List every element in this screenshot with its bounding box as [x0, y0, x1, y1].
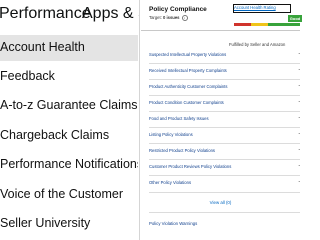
rating-status-badge: Good	[288, 15, 302, 22]
at-risk-segment	[251, 23, 269, 26]
menu-item-a-to-z-claims[interactable]: A-to-z Guarantee Claims	[0, 93, 138, 119]
fulfilled-by-label: Fulfilled by Seller and Amazon	[229, 42, 286, 47]
row-value-dash-icon: -	[298, 115, 300, 121]
violation-link[interactable]: Product Condition Customer Complaints	[149, 100, 224, 105]
account-health-rating-link[interactable]: Account Health Rating	[234, 5, 276, 10]
target-label: Target:	[149, 15, 162, 21]
row-divider	[149, 127, 300, 128]
row-divider	[149, 95, 300, 96]
critical-segment	[234, 23, 252, 26]
row-value-dash-icon: -	[298, 179, 300, 185]
menu-item-feedback[interactable]: Feedback	[0, 64, 138, 90]
violation-link[interactable]: Suspected Intellectual Property Violatio…	[149, 52, 226, 57]
menu-item-account-health[interactable]: Account Health	[0, 35, 138, 61]
violation-row[interactable]: Restricted Product Policy Violations -	[149, 146, 300, 158]
menu-divider	[139, 0, 140, 240]
menu-item-label: Performance Notifications	[0, 157, 138, 171]
row-divider	[149, 159, 300, 160]
row-divider	[149, 192, 300, 193]
violation-link[interactable]: Product Authenticity Customer Complaints	[149, 84, 227, 89]
row-divider	[149, 63, 300, 64]
tab-performance[interactable]: Performance	[0, 5, 91, 23]
menu-item-chargeback-claims[interactable]: Chargeback Claims	[0, 123, 138, 149]
menu-item-label: Feedback	[0, 69, 55, 83]
target-value: 0 issues	[162, 15, 180, 21]
violation-row[interactable]: Suspected Intellectual Property Violatio…	[149, 50, 300, 62]
health-rating-bar	[234, 23, 300, 26]
violation-link[interactable]: Customer Product Reviews Policy Violatio…	[149, 164, 231, 169]
row-value-dash-icon: -	[298, 131, 300, 137]
violation-row[interactable]: Product Condition Customer Complaints -	[149, 98, 300, 110]
good-segment	[268, 23, 300, 26]
policy-compliance-panel: Policy Compliance Target: 0 issues i Acc…	[141, 0, 302, 240]
row-value-dash-icon: -	[298, 163, 300, 169]
menu-item-voice-of-customer[interactable]: Voice of the Customer	[0, 182, 138, 208]
view-all-link[interactable]: View all (0)	[141, 200, 300, 205]
menu-item-label: Account Health	[0, 40, 85, 54]
menu-item-label: Chargeback Claims	[0, 128, 110, 142]
tab-apps-services[interactable]: Apps & S	[82, 5, 140, 23]
row-divider	[149, 175, 300, 176]
info-icon[interactable]: i	[181, 15, 188, 21]
target-line: Target: 0 issues i	[149, 15, 188, 21]
violation-link[interactable]: Food and Product Safety Issues	[149, 116, 209, 121]
row-value-dash-icon: -	[298, 99, 300, 105]
top-nav-tabs: Performance Apps & S	[0, 0, 140, 30]
row-divider	[149, 143, 300, 144]
row-divider	[149, 212, 300, 213]
menu-item-seller-university[interactable]: Seller University	[0, 211, 138, 237]
performance-menu: Performance Apps & S Account Health Feed…	[0, 0, 140, 240]
menu-item-label: Voice of the Customer	[0, 187, 123, 201]
violation-link[interactable]: Listing Policy Violations	[149, 132, 193, 137]
violation-row[interactable]: Other Policy Violations -	[149, 178, 300, 190]
violation-row[interactable]: Customer Product Reviews Policy Violatio…	[149, 162, 300, 174]
menu-item-label: Seller University	[0, 216, 91, 230]
header-divider	[141, 30, 300, 31]
violation-row[interactable]: Listing Policy Violations -	[149, 130, 300, 142]
violation-link[interactable]: Restricted Product Policy Violations	[149, 148, 215, 153]
row-divider	[149, 79, 300, 80]
violation-link[interactable]: Other Policy Violations	[149, 180, 191, 185]
row-value-dash-icon: -	[298, 51, 300, 57]
panel-title: Policy Compliance	[149, 6, 207, 13]
menu-item-label: A-to-z Guarantee Claims	[0, 98, 138, 112]
row-divider	[149, 111, 300, 112]
violation-row[interactable]: Food and Product Safety Issues -	[149, 114, 300, 126]
violation-row[interactable]: Received Intellectual Property Complaint…	[149, 66, 300, 78]
row-value-dash-icon: -	[298, 147, 300, 153]
violation-link[interactable]: Received Intellectual Property Complaint…	[149, 68, 227, 73]
violation-row[interactable]: Product Authenticity Customer Complaints…	[149, 82, 300, 94]
row-value-dash-icon: -	[298, 67, 300, 73]
policy-violation-warnings-link[interactable]: Policy Violation Warnings	[149, 221, 197, 226]
row-value-dash-icon: -	[298, 83, 300, 89]
menu-item-performance-notifications[interactable]: Performance Notifications	[0, 152, 138, 178]
